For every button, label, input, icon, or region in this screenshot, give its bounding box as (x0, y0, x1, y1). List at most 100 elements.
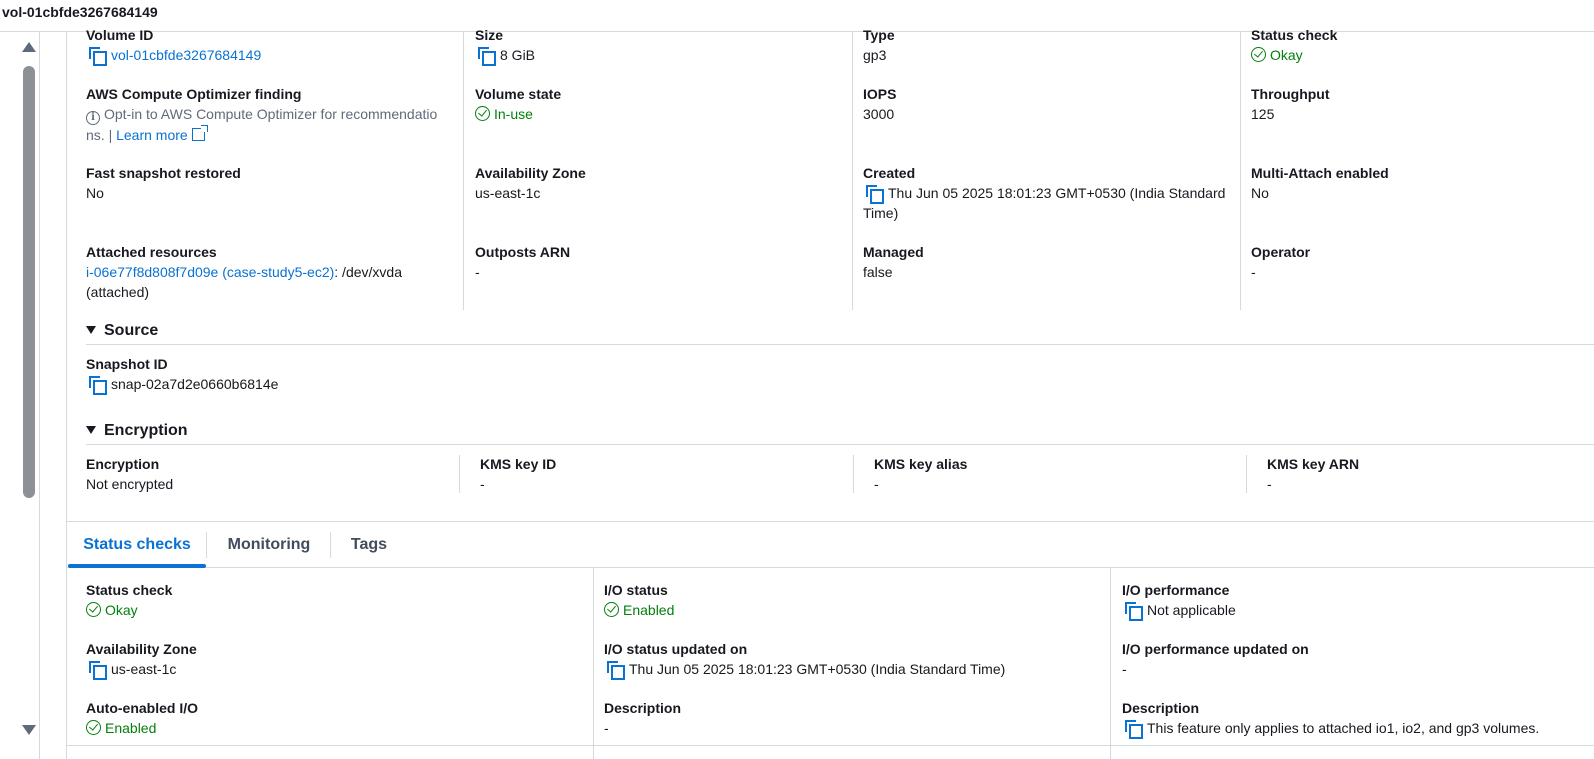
fast-snapshot-field: Fast snapshot restored No (86, 164, 241, 203)
tab-tags[interactable]: Tags (338, 522, 400, 568)
attached-resources-field: Attached resources i-06e77f8d808f7d09e (… (86, 243, 458, 302)
size-value: 8 GiB (500, 47, 536, 63)
copy-icon[interactable] (89, 661, 107, 680)
snapshot-id-field: Snapshot ID snap-02a7d2e0660b6814e (86, 355, 279, 395)
kms-key-alias-field: KMS key alias - (874, 455, 967, 494)
encryption-label: Encryption (86, 456, 160, 472)
attached-status: (attached) (86, 284, 150, 300)
copy-icon[interactable] (89, 376, 107, 395)
description-right-field: Description This feature only applies to… (1122, 699, 1540, 739)
volume-id-label: Volume ID (86, 27, 154, 43)
source-section-toggle[interactable]: Source (86, 322, 158, 340)
io-status-updated-value: Thu Jun 05 2025 18:01:23 GMT+0530 (India… (629, 661, 1006, 677)
operator-value: - (1251, 264, 1256, 280)
kms-key-id-label: KMS key ID (480, 456, 557, 472)
iops-value: 3000 (863, 106, 895, 122)
availability-zone-label: Availability Zone (475, 165, 586, 181)
io-status-value: Enabled (623, 602, 675, 618)
sc-availability-zone-value: us-east-1c (111, 661, 177, 677)
caret-down-icon (86, 426, 96, 434)
copy-icon[interactable] (89, 47, 107, 66)
operator-label: Operator (1251, 244, 1311, 260)
success-check-icon (604, 602, 619, 617)
volume-id-link[interactable]: vol-01cbfde3267684149 (111, 47, 261, 63)
sc-status-check-value: Okay (105, 602, 138, 618)
io-performance-label: I/O performance (1122, 582, 1230, 598)
auto-enabled-io-label: Auto-enabled I/O (86, 700, 198, 716)
description-mid-label: Description (604, 700, 682, 716)
kms-key-alias-label: KMS key alias (874, 456, 968, 472)
kms-key-arn-field: KMS key ARN - (1267, 455, 1359, 494)
copy-icon[interactable] (478, 47, 496, 66)
sc-status-check-field: Status check Okay (86, 581, 172, 620)
managed-label: Managed (863, 244, 924, 260)
description-mid-value: - (604, 720, 609, 736)
encryption-field: Encryption Not encrypted (86, 455, 173, 494)
sc-availability-zone-field: Availability Zone us-east-1c (86, 640, 197, 680)
optimizer-text: Opt-in to AWS Compute Optimizer for reco… (104, 106, 438, 122)
column-divider (459, 455, 460, 493)
column-divider (852, 32, 853, 310)
scroll-down-arrow-icon[interactable] (22, 725, 36, 735)
kms-key-id-field: KMS key ID - (480, 455, 556, 494)
volume-state-field: Volume state In-use (475, 85, 561, 124)
copy-icon[interactable] (866, 185, 884, 204)
kms-key-arn-label: KMS key ARN (1267, 456, 1360, 472)
scroll-up-arrow-icon[interactable] (22, 42, 36, 52)
info-icon: i (86, 111, 100, 125)
attached-resources-label: Attached resources (86, 244, 217, 260)
scrollbar-thumb[interactable] (23, 66, 35, 498)
success-check-icon (475, 106, 490, 121)
column-divider (1110, 568, 1111, 759)
bottom-border (66, 745, 1594, 746)
operator-field: Operator - (1251, 243, 1310, 282)
external-link-icon[interactable] (191, 125, 208, 141)
success-check-icon (86, 720, 101, 735)
caret-down-icon (86, 326, 96, 334)
section-divider (86, 444, 1594, 445)
io-status-label: I/O status (604, 582, 668, 598)
column-divider (593, 568, 594, 759)
kms-key-alias-value: - (874, 476, 879, 492)
throughput-value: 125 (1251, 106, 1275, 122)
volume-id-field: Volume ID vol-01cbfde3267684149 (86, 26, 261, 66)
volume-state-value: In-use (494, 106, 533, 122)
description-right-label: Description (1122, 700, 1200, 716)
tab-status-checks[interactable]: Status checks (68, 522, 206, 568)
managed-value: false (863, 264, 893, 280)
multi-attach-value: No (1251, 185, 1269, 201)
instance-link[interactable]: i-06e77f8d808f7d09e (case-study5-ec2) (86, 264, 334, 280)
outposts-value: - (475, 264, 480, 280)
multi-attach-label: Multi-Attach enabled (1251, 165, 1389, 181)
type-label: Type (863, 27, 895, 43)
optimizer-text-cont: ns. | (86, 127, 113, 143)
status-check-label: Status check (1251, 27, 1338, 43)
column-divider (1240, 32, 1241, 310)
snapshot-id-value: snap-02a7d2e0660b6814e (111, 376, 279, 392)
throughput-label: Throughput (1251, 86, 1330, 102)
tab-monitoring[interactable]: Monitoring (214, 522, 324, 568)
learn-more-link[interactable]: Learn more (116, 127, 188, 143)
copy-icon[interactable] (607, 661, 625, 680)
description-right-value: This feature only applies to attached io… (1147, 720, 1540, 736)
io-status-field: I/O status Enabled (604, 581, 674, 620)
column-divider (1246, 455, 1247, 493)
availability-zone-value: us-east-1c (475, 185, 541, 201)
panel-border (66, 32, 67, 759)
tab-divider (206, 532, 207, 558)
attached-device: : /dev/xvda (334, 264, 402, 280)
section-divider (86, 344, 1594, 345)
created-label: Created (863, 165, 916, 181)
sc-status-check-label: Status check (86, 582, 173, 598)
io-perf-updated-field: I/O performance updated on - (1122, 640, 1309, 679)
optimizer-label: AWS Compute Optimizer finding (86, 86, 302, 102)
success-check-icon (1251, 47, 1266, 62)
success-check-icon (86, 602, 101, 617)
detail-tabs: Status checks Monitoring Tags (66, 521, 1594, 568)
throughput-field: Throughput 125 (1251, 85, 1330, 124)
copy-icon[interactable] (1125, 720, 1143, 739)
created-field: Created Thu Jun 05 2025 18:01:23 GMT+053… (863, 164, 1235, 223)
copy-icon[interactable] (1125, 602, 1143, 621)
scrollbar[interactable] (18, 32, 40, 759)
encryption-section-toggle[interactable]: Encryption (86, 422, 188, 440)
